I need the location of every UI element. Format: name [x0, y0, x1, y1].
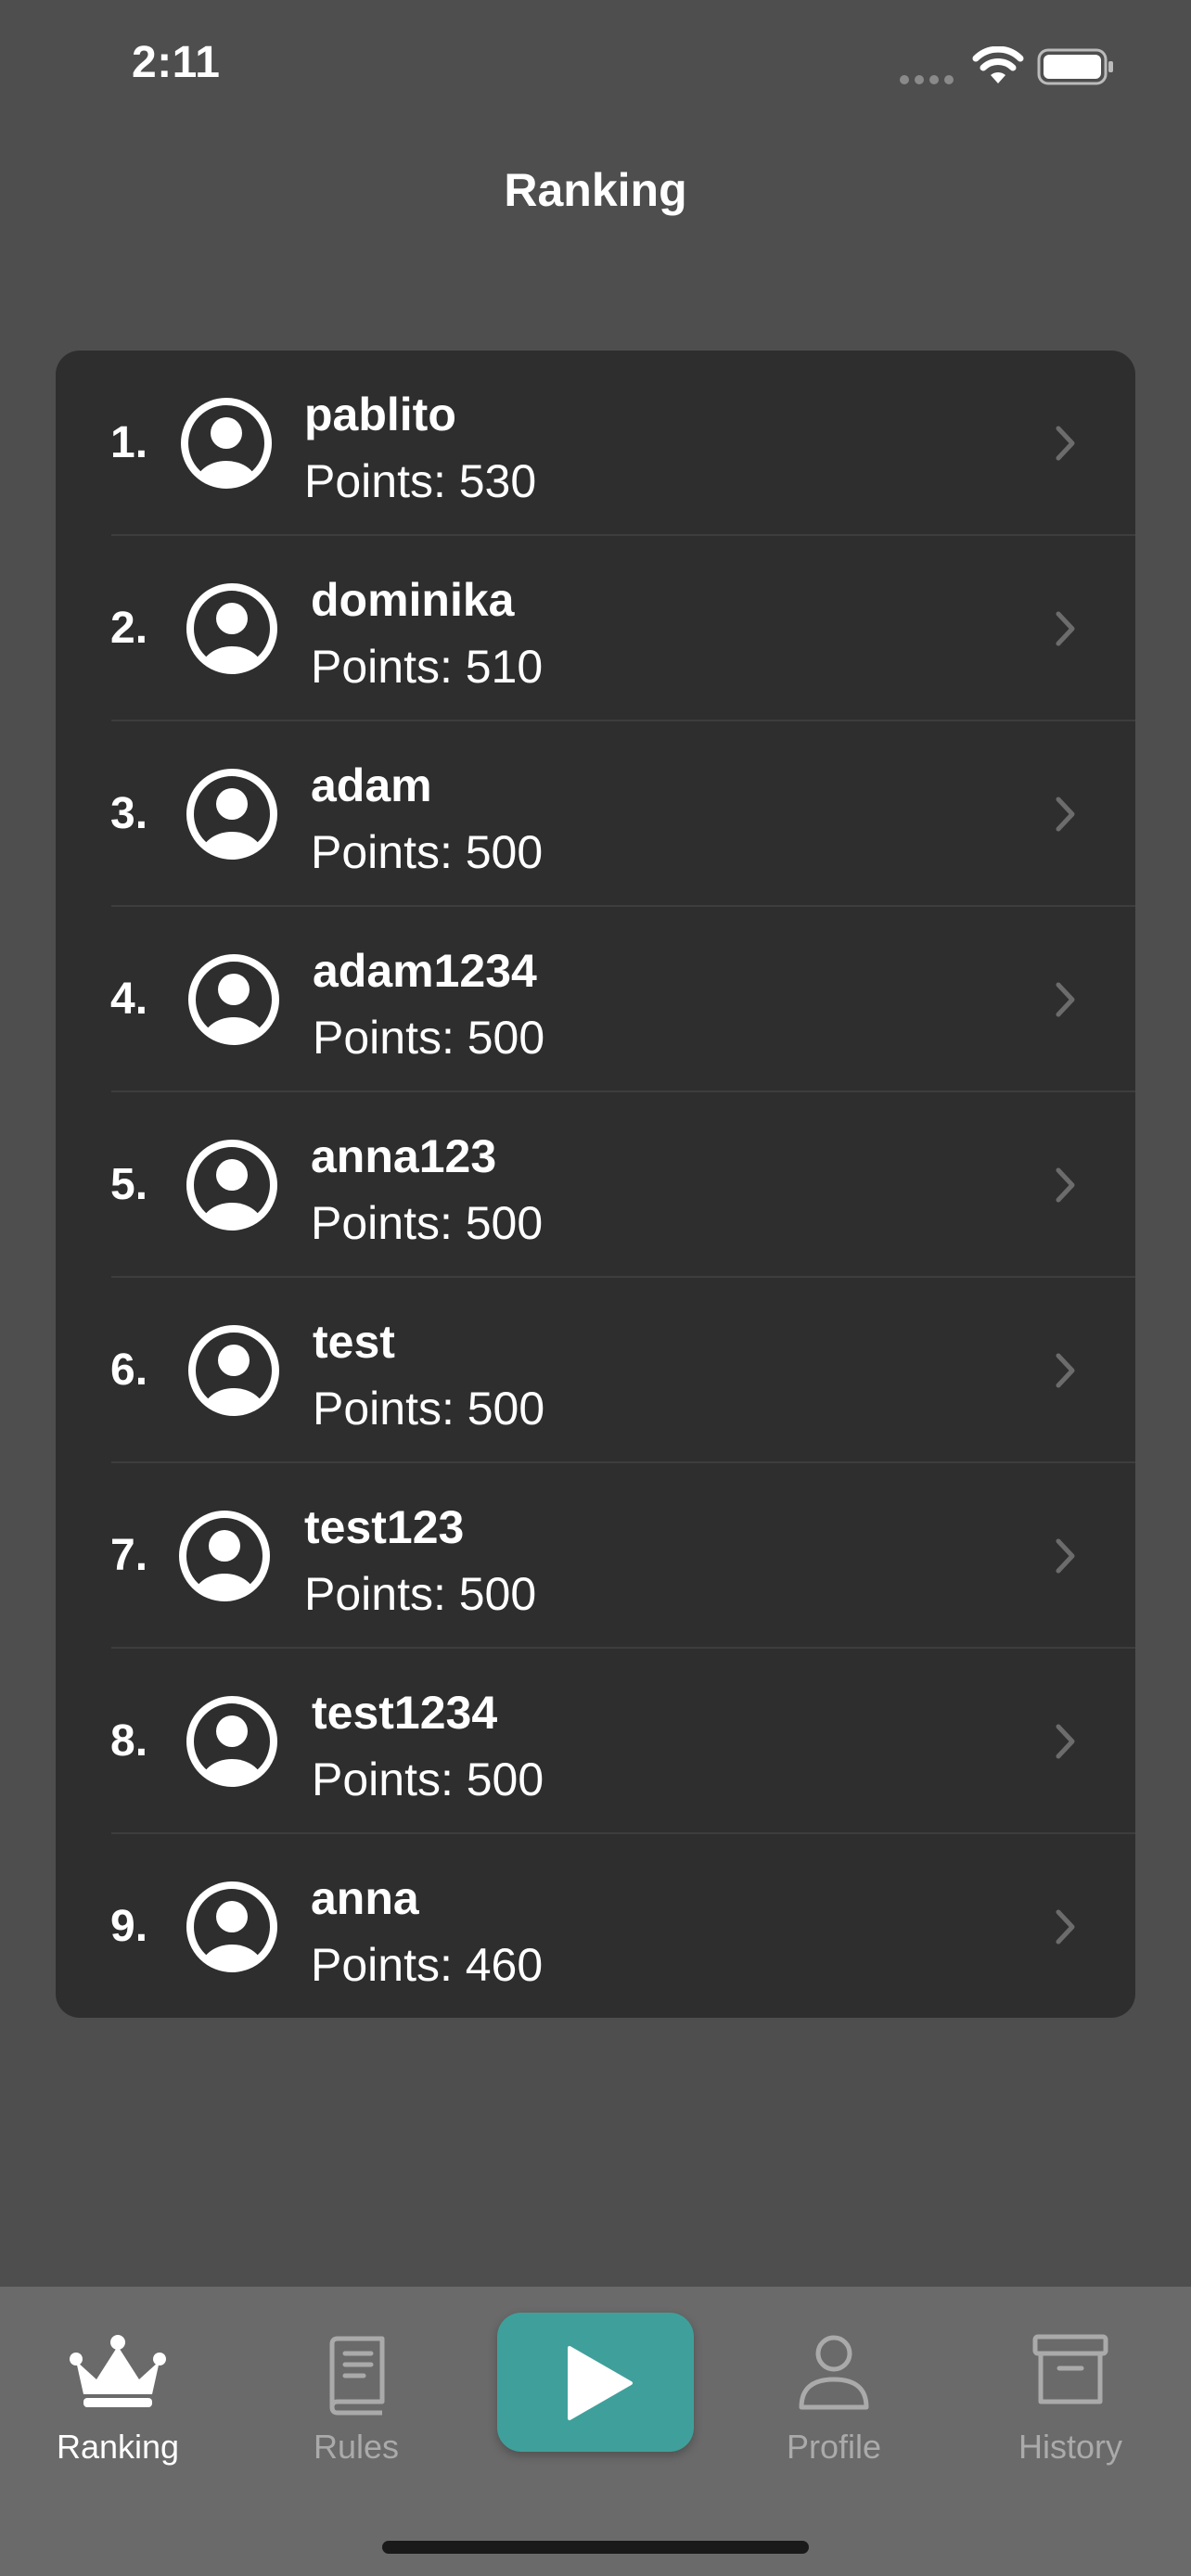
- player-points: Points: 500: [313, 1383, 545, 1435]
- home-indicator: [382, 2541, 809, 2554]
- player-points: Points: 500: [311, 1197, 544, 1249]
- ranking-row[interactable]: 2. dominika Points: 510: [56, 536, 1135, 721]
- player-name: dominika: [311, 574, 515, 626]
- play-icon: [568, 2346, 633, 2420]
- rank-number: 9.: [110, 1902, 148, 1951]
- status-time: 2:11: [132, 38, 221, 87]
- rank-number: 4.: [110, 975, 148, 1024]
- player-name: test123: [304, 1501, 465, 1553]
- cellular-signal-icon: [900, 75, 954, 84]
- person-icon: [799, 2335, 869, 2410]
- tab-bar: Ranking Rules Profile History: [0, 2287, 1191, 2576]
- ranking-list: 1. pablito Points: 530 2. dominika Point…: [56, 351, 1135, 2018]
- player-points: Points: 460: [311, 1939, 544, 1991]
- archive-box-icon: [1032, 2334, 1108, 2404]
- ranking-row[interactable]: 4. adam1234 Points: 500: [56, 907, 1135, 1092]
- player-name: adam1234: [313, 945, 537, 997]
- play-button[interactable]: [497, 2313, 694, 2452]
- player-points: Points: 500: [312, 1753, 544, 1805]
- rank-number: 2.: [110, 604, 148, 653]
- status-bar: 2:11: [0, 0, 1191, 139]
- player-name: anna: [311, 1872, 419, 1924]
- tab-profile-label: Profile: [786, 2428, 882, 2466]
- tab-ranking[interactable]: Ranking: [25, 2287, 211, 2491]
- chevron-right-icon: [1056, 1538, 1075, 1574]
- user-avatar-icon: [188, 954, 279, 1045]
- ranking-row[interactable]: 9. anna Points: 460: [56, 1834, 1135, 2018]
- chevron-right-icon: [1056, 1353, 1075, 1388]
- tab-profile[interactable]: Profile: [741, 2287, 927, 2491]
- user-avatar-icon: [181, 398, 272, 489]
- tab-history[interactable]: History: [978, 2287, 1163, 2491]
- user-avatar-icon: [186, 583, 277, 674]
- player-name: test1234: [312, 1687, 498, 1739]
- ranking-row[interactable]: 6. test Points: 500: [56, 1278, 1135, 1463]
- chevron-right-icon: [1056, 1724, 1075, 1759]
- rank-number: 5.: [110, 1160, 148, 1209]
- ranking-row[interactable]: 5. anna123 Points: 500: [56, 1092, 1135, 1278]
- page-title: Ranking: [504, 164, 687, 216]
- chevron-right-icon: [1056, 797, 1075, 832]
- chevron-right-icon: [1056, 1909, 1075, 1945]
- player-name: test: [313, 1316, 395, 1368]
- rank-number: 8.: [110, 1716, 148, 1766]
- chevron-right-icon: [1056, 426, 1075, 461]
- user-avatar-icon: [188, 1325, 279, 1416]
- user-avatar-icon: [186, 1696, 277, 1787]
- rank-number: 6.: [110, 1345, 148, 1395]
- tab-history-label: History: [1018, 2428, 1122, 2466]
- wifi-icon: [972, 46, 1024, 83]
- rank-number: 7.: [110, 1531, 148, 1580]
- tab-rules-label: Rules: [313, 2428, 400, 2466]
- player-points: Points: 500: [304, 1568, 537, 1620]
- ranking-row[interactable]: 7. test123 Points: 500: [56, 1463, 1135, 1649]
- crown-icon: [70, 2335, 166, 2407]
- user-avatar-icon: [179, 1511, 270, 1601]
- chevron-right-icon: [1056, 1167, 1075, 1203]
- player-name: anna123: [311, 1130, 497, 1182]
- tab-ranking-label: Ranking: [56, 2428, 180, 2466]
- rank-number: 3.: [110, 789, 148, 838]
- player-name: adam: [311, 759, 432, 811]
- ranking-row[interactable]: 1. pablito Points: 530: [56, 351, 1135, 536]
- user-avatar-icon: [186, 1881, 277, 1972]
- battery-icon: [1037, 48, 1113, 85]
- chevron-right-icon: [1056, 611, 1075, 646]
- book-icon: [329, 2336, 385, 2416]
- chevron-right-icon: [1056, 982, 1075, 1017]
- tab-rules[interactable]: Rules: [263, 2287, 449, 2491]
- user-avatar-icon: [186, 1140, 277, 1231]
- player-points: Points: 500: [311, 826, 544, 878]
- player-points: Points: 510: [311, 641, 544, 693]
- ranking-row[interactable]: 3. adam Points: 500: [56, 721, 1135, 907]
- ranking-row[interactable]: 8. test1234 Points: 500: [56, 1649, 1135, 1834]
- player-points: Points: 500: [313, 1012, 545, 1064]
- player-name: pablito: [304, 389, 456, 440]
- rank-number: 1.: [110, 418, 148, 467]
- player-points: Points: 530: [304, 455, 537, 507]
- user-avatar-icon: [186, 769, 277, 860]
